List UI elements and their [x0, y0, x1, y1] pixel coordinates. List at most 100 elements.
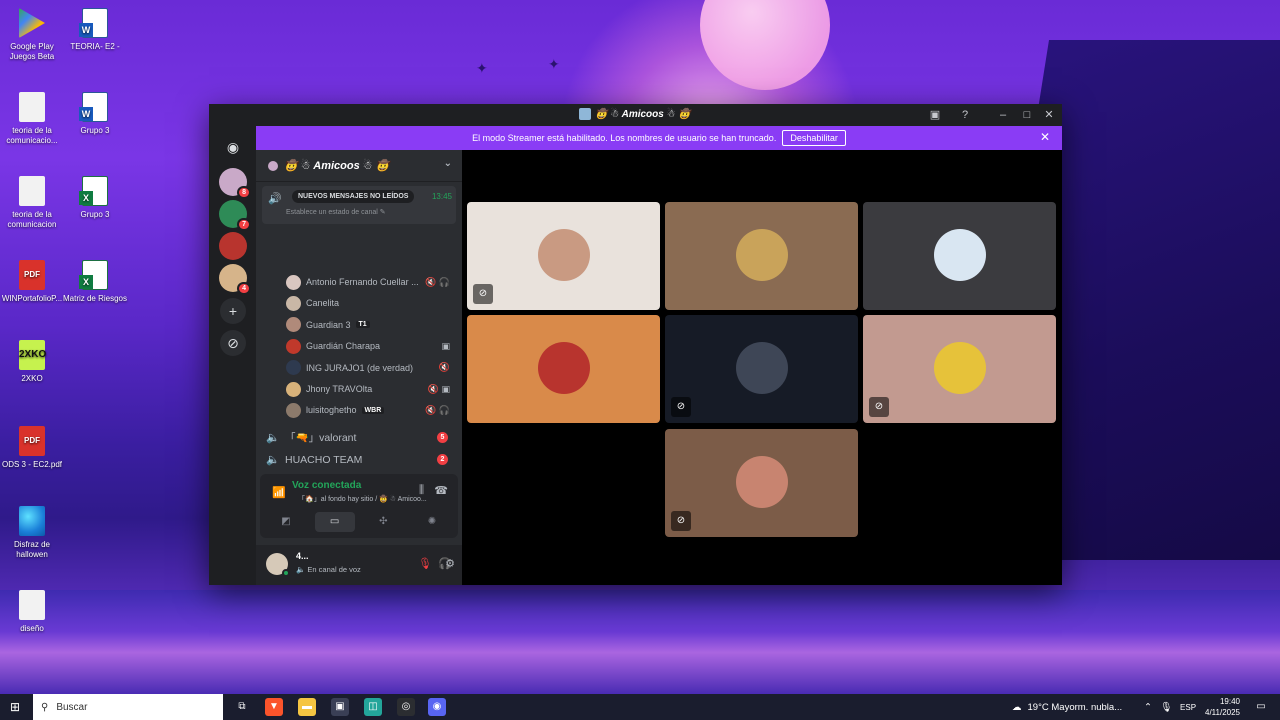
gear-icon[interactable]: ⚙: [441, 555, 459, 573]
desktop-icon-label: teoria de la comunicacion: [7, 210, 57, 229]
screen-share-icon[interactable]: ▭: [314, 512, 355, 532]
user-panel: 4... 🔈 En canal de voz 🎙 🎧 ⚙: [256, 545, 462, 585]
file-explorer-icon[interactable]: ▬: [298, 698, 316, 716]
2xko-file-icon: 2XKO: [19, 340, 46, 370]
desktop-icon[interactable]: Google Play Juegos Beta: [0, 8, 65, 62]
minimize-button[interactable]: –: [994, 107, 1012, 123]
active-voice-channel[interactable]: 🔊 NUEVOS MENSAJES NO LEÍDOS 13:45 Establ…: [262, 186, 456, 224]
avatar: [736, 229, 788, 281]
desktop-icon[interactable]: Grupo 3: [62, 176, 128, 220]
word-file-icon: [79, 92, 108, 122]
language-indicator[interactable]: ESP: [1180, 703, 1196, 712]
voice-member[interactable]: luisitoghetho WBR 🔇 🎧: [286, 400, 456, 420]
desktop-icon-label: Grupo 3: [80, 126, 110, 135]
signal-icon[interactable]: 📶: [272, 486, 286, 499]
discord-taskbar-icon[interactable]: ◉: [428, 698, 446, 716]
desktop-icon[interactable]: TEORIA- E2 -: [62, 8, 128, 52]
window-title-text: 🤠 ☃ Amicoos ☃ 🤠: [595, 108, 691, 120]
avatar: [538, 229, 590, 281]
chrome-icon[interactable]: ◎: [397, 698, 415, 716]
unread-count-badge: 5: [437, 431, 448, 443]
windows-start-icon[interactable]: ⊞: [10, 700, 24, 714]
member-name: Guardián Charapa: [306, 341, 381, 352]
voice-member[interactable]: Guardián Charapa ▣: [286, 336, 456, 356]
desktop-icon-label: diseño: [20, 624, 44, 633]
online-status-icon: [282, 569, 290, 577]
clock[interactable]: 19:40 4/11/2025: [1205, 696, 1240, 718]
member-status-icons: ▣: [441, 340, 450, 351]
participant-tile[interactable]: [863, 202, 1056, 310]
voice-channel-path[interactable]: 「🏠」al fondo hay sitio / 🤠 ☃ Amicoo...: [298, 494, 427, 504]
camera-off-icon[interactable]: ◩: [266, 512, 306, 532]
close-banner-icon[interactable]: ✕: [1040, 130, 1050, 144]
voice-member[interactable]: Antonio Fernando Cuellar ... 🔇 🎧: [286, 272, 456, 292]
member-status-icons: 🔇 🎧: [425, 276, 450, 287]
disconnect-icon[interactable]: ☎: [434, 484, 448, 497]
voice-member[interactable]: Jhony TRAVOlta 🔇 ▣: [286, 379, 456, 399]
member-status-icons: 🔇 🎧: [425, 404, 450, 415]
mic-muted-icon[interactable]: 🎙: [416, 555, 434, 573]
chevron-up-icon[interactable]: ⌃: [1144, 702, 1152, 713]
voice-member[interactable]: Canelita: [286, 293, 456, 313]
desktop-icon[interactable]: diseño: [0, 590, 65, 634]
voice-member[interactable]: ING JURAJO1 (de verdad) 🔇: [286, 358, 456, 378]
unread-messages-pill[interactable]: NUEVOS MENSAJES NO LEÍDOS: [292, 190, 415, 203]
voice-member[interactable]: Guardian 3 T1: [286, 315, 456, 335]
maximize-button[interactable]: □: [1018, 107, 1036, 123]
discord-home-icon[interactable]: ◉: [220, 134, 246, 160]
server-header[interactable]: 🤠 ☃ Amicoos ☃ 🤠 ⌄: [256, 150, 462, 182]
voice-channel[interactable]: 🔈 「🔫」valorant 5: [266, 426, 452, 448]
search-box[interactable]: ⚲ Buscar: [33, 694, 223, 720]
soundboard-icon[interactable]: ✺: [412, 512, 452, 532]
desktop-icon[interactable]: Matriz de Riesgos: [62, 260, 128, 304]
disable-streamer-button[interactable]: Deshabilitar: [782, 130, 846, 146]
username[interactable]: 4...: [296, 551, 309, 561]
inbox-icon[interactable]: ▣: [926, 107, 944, 123]
doc-file-icon: [19, 92, 45, 122]
desktop-icon[interactable]: PDF ODS 3 - EC2.pdf: [0, 426, 65, 470]
desktop-icon-label: ODS 3 - EC2.pdf: [1, 460, 63, 469]
notifications-icon[interactable]: ▭: [1252, 698, 1270, 716]
activities-icon[interactable]: ✣: [363, 512, 403, 532]
app-icon[interactable]: ▣: [331, 698, 349, 716]
set-channel-status[interactable]: Establece un estado de canal ✎: [286, 208, 386, 216]
brave-icon[interactable]: ▼: [265, 698, 283, 716]
server-icon[interactable]: [219, 232, 247, 260]
explore-icon[interactable]: ⊘: [220, 330, 246, 356]
wallpaper-bird: ✦: [548, 56, 560, 72]
task-view-icon[interactable]: ⧉: [233, 698, 251, 716]
desktop-icon[interactable]: PDF WINPortafolioP...: [0, 260, 65, 304]
app-icon[interactable]: ◫: [364, 698, 382, 716]
server-name: 🤠 ☃ Amicoos ☃ 🤠: [284, 160, 390, 172]
avatar: [934, 342, 986, 394]
desktop-icon[interactable]: Disfraz de hallowen: [0, 506, 65, 560]
desktop-icon[interactable]: 2XKO 2XKO: [0, 340, 65, 384]
participant-tile[interactable]: ⊘: [665, 429, 858, 537]
desktop-icon[interactable]: teoria de la comunicacio...: [0, 92, 65, 146]
video-grid: ⊘ ⊘ ⊘ ⊘: [462, 150, 1062, 585]
discord-window: 🤠 ☃ Amicoos ☃ 🤠 ▣ ? – □ ✕ El modo Stream…: [209, 104, 1062, 585]
noise-suppression-icon[interactable]: ⫼: [419, 484, 424, 497]
weather-widget[interactable]: ☁ 19°C Mayorm. nubla...: [1012, 694, 1122, 720]
participant-tile[interactable]: [665, 202, 858, 310]
close-button[interactable]: ✕: [1040, 107, 1058, 123]
desktop-icon[interactable]: Grupo 3: [62, 92, 128, 136]
chevron-down-icon[interactable]: ⌄: [444, 158, 452, 169]
server-icon[interactable]: 4: [219, 264, 251, 295]
participant-tile[interactable]: ⊘: [665, 315, 858, 423]
member-name: Canelita: [306, 298, 340, 309]
avatar: [736, 342, 788, 394]
server-icon[interactable]: 8: [219, 168, 251, 199]
help-icon[interactable]: ?: [956, 107, 974, 123]
participant-tile[interactable]: [467, 315, 660, 423]
participant-tile[interactable]: ⊘: [467, 202, 660, 310]
add-server-icon[interactable]: +: [220, 298, 246, 324]
participant-tile[interactable]: ⊘: [863, 315, 1056, 423]
member-name: luisitoghetho: [306, 405, 357, 416]
server-icon[interactable]: 7: [219, 200, 251, 231]
avatar: [286, 317, 301, 333]
voice-channel[interactable]: 🔈 HUACHO TEAM 2: [266, 449, 452, 471]
desktop-icon[interactable]: teoria de la comunicacion: [0, 176, 65, 230]
microphone-icon[interactable]: 🎙: [1160, 702, 1172, 713]
desktop-icon-label: Disfraz de hallowen: [13, 540, 50, 559]
